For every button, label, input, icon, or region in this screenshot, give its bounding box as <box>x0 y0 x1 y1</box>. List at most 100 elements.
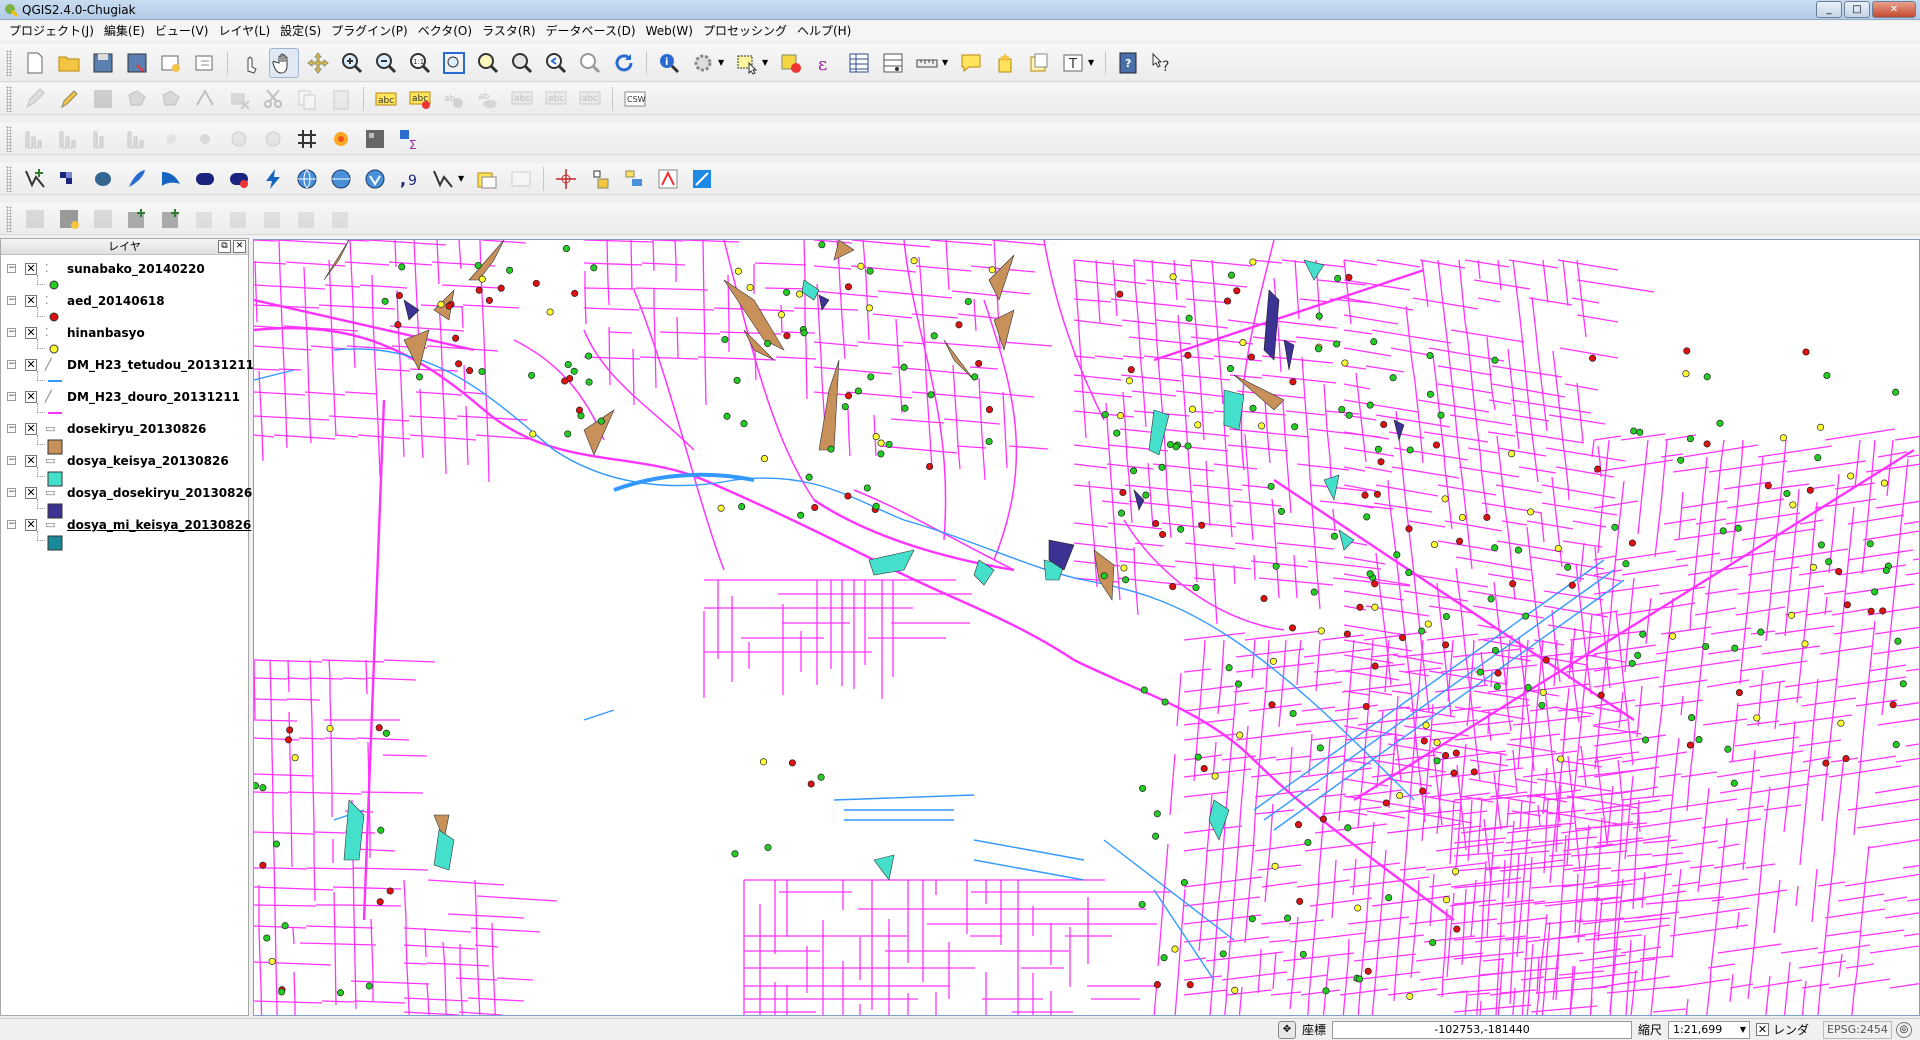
scale-combobox[interactable]: 1:21,699 ▼ <box>1668 1020 1751 1039</box>
collapse-icon[interactable]: − <box>7 296 16 305</box>
dropdown-arrow-icon[interactable]: ▼ <box>718 58 726 67</box>
current-edits-button[interactable] <box>20 84 50 114</box>
render-checkbox[interactable]: ✕ <box>1756 1023 1770 1036</box>
measure-line-button[interactable] <box>912 48 942 78</box>
toolbar-grip[interactable] <box>6 85 12 112</box>
collapse-icon[interactable]: − <box>7 488 16 497</box>
refresh-button[interactable] <box>609 48 639 78</box>
open-project-button[interactable] <box>54 48 84 78</box>
add-feature-button[interactable] <box>122 84 152 114</box>
layer-visibility-checkbox[interactable]: ✕ <box>25 359 37 371</box>
new-print-composer-button[interactable] <box>156 48 186 78</box>
add-virtual-layer-button[interactable] <box>472 164 502 194</box>
close-button[interactable]: ✕ <box>1872 1 1916 18</box>
toolbar-grip[interactable] <box>6 165 12 192</box>
move-feature-button[interactable] <box>156 84 186 114</box>
paste-features-button[interactable] <box>326 84 356 114</box>
minimize-button[interactable]: _ <box>1816 1 1842 18</box>
layer-item[interactable]: − ✕ ⁚ aed_20140618 <box>1 291 248 323</box>
save-as-button[interactable] <box>122 48 152 78</box>
layer-visibility-checkbox[interactable]: ✕ <box>25 391 37 403</box>
increase-brightness-button[interactable] <box>156 124 186 154</box>
full-cumulative-cut-button[interactable] <box>122 124 152 154</box>
whats-this-button[interactable]: ? <box>1147 48 1177 78</box>
highlight-pinned-labels-button[interactable]: ab <box>439 84 469 114</box>
maximize-button[interactable]: □ <box>1844 1 1870 18</box>
add-wcs-layer-button[interactable] <box>326 164 356 194</box>
gps-tools-button[interactable] <box>585 164 615 194</box>
cumulative-cut-stretch-button[interactable] <box>88 124 118 154</box>
menu-settings[interactable]: 設定(S) <box>275 21 326 41</box>
layer-item[interactable]: − ✕ ╱ DM_H23_douro_20131211 <box>1 387 248 419</box>
layer-item[interactable]: − ✕ ⁚ hinanbasyo <box>1 323 248 355</box>
field-calculator-button[interactable] <box>878 48 908 78</box>
remove-layer-button[interactable] <box>506 164 536 194</box>
toolbar-grip[interactable] <box>6 125 12 152</box>
collapse-icon[interactable]: − <box>7 392 16 401</box>
float-panel-button[interactable]: ⧉ <box>218 240 231 253</box>
layer-visibility-checkbox[interactable]: ✕ <box>25 423 37 435</box>
run-feature-action-button[interactable] <box>688 48 718 78</box>
coordinate-field[interactable]: -102753,-181440 <box>1332 1020 1633 1039</box>
rotate-label-button[interactable]: abc <box>541 84 571 114</box>
vector-tool-3-button[interactable] <box>88 204 118 234</box>
identify-features-button[interactable]: i <box>654 48 684 78</box>
menu-raster[interactable]: ラスタ(R) <box>477 21 540 41</box>
move-label-button[interactable]: abc <box>507 84 537 114</box>
layer-visibility-checkbox[interactable]: ✕ <box>25 295 37 307</box>
add-wms-layer-button[interactable] <box>292 164 322 194</box>
pan-to-selection-button[interactable] <box>303 48 333 78</box>
map-render[interactable] <box>254 240 1919 1015</box>
menu-processing[interactable]: プロセッシング <box>698 21 792 41</box>
add-vector-layer-button[interactable] <box>20 164 50 194</box>
layer-item[interactable]: − ✕ ▭ dosya_dosekiryu_20130826 <box>1 483 252 519</box>
vector-tool-8-button[interactable] <box>258 204 288 234</box>
layer-visibility-checkbox[interactable]: ✕ <box>25 487 37 499</box>
add-raster-layer-button[interactable] <box>54 164 84 194</box>
vector-tool-2-button[interactable] <box>54 204 84 234</box>
dropdown-arrow-icon[interactable]: ▼ <box>458 174 466 183</box>
help-contents-button[interactable]: ? <box>1113 48 1143 78</box>
add-delimited-text-button[interactable]: ,9 <box>394 164 424 194</box>
zoom-next-button[interactable] <box>575 48 605 78</box>
zoom-to-layer-button[interactable] <box>507 48 537 78</box>
select-features-button[interactable] <box>732 48 762 78</box>
toolbar-grip[interactable] <box>6 205 12 232</box>
layer-visibility-checkbox[interactable]: ✕ <box>25 455 37 467</box>
add-oracle-layer-button[interactable] <box>190 164 220 194</box>
collapse-icon[interactable]: − <box>7 264 16 273</box>
dropdown-arrow-icon[interactable]: ▼ <box>762 58 770 67</box>
vector-tool-7-button[interactable] <box>224 204 254 234</box>
vector-tool-5-button[interactable] <box>156 204 186 234</box>
new-shapefile-layer-button[interactable] <box>428 164 458 194</box>
collapse-icon[interactable]: − <box>7 456 16 465</box>
map-tips-button[interactable] <box>956 48 986 78</box>
show-bookmarks-button[interactable] <box>1024 48 1054 78</box>
save-layer-edits-button[interactable] <box>88 84 118 114</box>
zoom-in-button[interactable] <box>337 48 367 78</box>
layer-item[interactable]: − ✕ ⁚ sunabako_20140220 <box>1 259 248 291</box>
zoom-to-selection-button[interactable] <box>473 48 503 78</box>
csw-client-button[interactable]: CSW <box>620 84 650 114</box>
add-db2-layer-button[interactable] <box>224 164 254 194</box>
crs-status-button[interactable]: EPSG:2454 <box>1823 1020 1892 1039</box>
add-mssql-layer-button[interactable] <box>156 164 186 194</box>
text-annotation-button[interactable]: T <box>1058 48 1088 78</box>
menu-layer[interactable]: レイヤ(L) <box>213 21 275 41</box>
collapse-icon[interactable]: − <box>7 520 16 529</box>
add-postgis-layer-button[interactable] <box>88 164 118 194</box>
vector-tool-6-button[interactable] <box>190 204 220 234</box>
coordinate-capture-button[interactable] <box>619 164 649 194</box>
georeferencer-button[interactable] <box>551 164 581 194</box>
zoom-out-button[interactable] <box>371 48 401 78</box>
collapse-icon[interactable]: − <box>7 360 16 369</box>
menu-help[interactable]: ヘルプ(H) <box>792 21 856 41</box>
layer-visibility-checkbox[interactable]: ✕ <box>25 327 37 339</box>
coordinate-toggle-icon[interactable]: ✥ <box>1278 1020 1296 1039</box>
raster-calculator-button[interactable] <box>360 124 390 154</box>
copy-features-button[interactable] <box>292 84 322 114</box>
pan-map-button[interactable] <box>269 47 299 78</box>
node-tool-button[interactable] <box>190 84 220 114</box>
dropdown-arrow-icon[interactable]: ▼ <box>942 58 950 67</box>
graticule-button[interactable] <box>292 124 322 154</box>
